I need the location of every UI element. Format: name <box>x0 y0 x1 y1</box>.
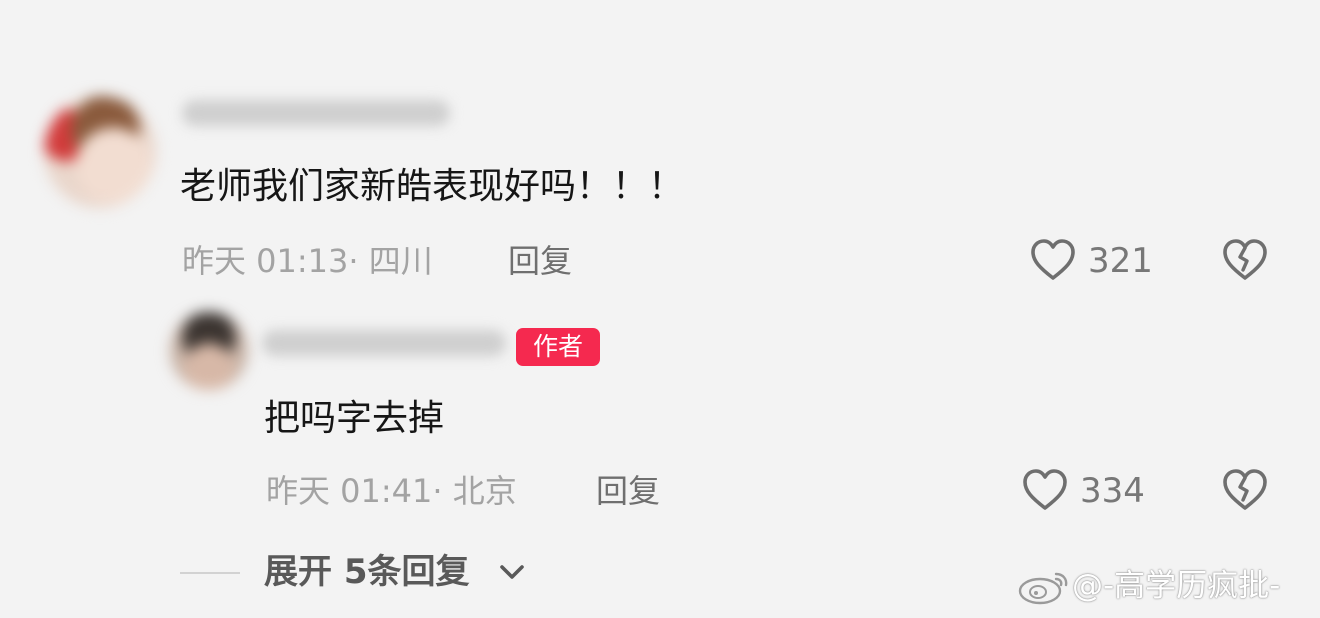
comment-reply-button[interactable]: 回复 <box>508 241 572 281</box>
comment-text: 老师我们家新皓表现好吗！！！ <box>180 166 685 207</box>
reply-author-avatar[interactable] <box>170 312 248 390</box>
comment-like-count: 321 <box>1088 241 1153 281</box>
reply-reply-button[interactable]: 回复 <box>596 471 660 511</box>
commenter-avatar[interactable] <box>44 96 156 208</box>
weibo-logo-icon <box>1016 568 1072 606</box>
reply-like-count: 334 <box>1080 471 1145 511</box>
watermark-text: @-高学历疯批- <box>1072 568 1281 604</box>
heart-outline-icon[interactable] <box>1022 468 1068 512</box>
reply-text: 把吗字去掉 <box>264 398 445 439</box>
commenter-username-blurred[interactable] <box>182 100 450 126</box>
expand-divider-line <box>180 572 240 574</box>
comment-meta-time-location: 昨天 01:13· 四川 <box>182 242 433 280</box>
reply-meta-time-location: 昨天 01:41· 北京 <box>266 472 517 510</box>
heart-outline-icon[interactable] <box>1030 238 1076 282</box>
author-badge: 作者 <box>516 328 600 366</box>
expand-replies-button[interactable]: 展开 5条回复 <box>264 551 470 593</box>
broken-heart-icon[interactable] <box>1222 238 1268 282</box>
reply-author-username-blurred[interactable] <box>262 330 506 356</box>
chevron-down-icon[interactable] <box>498 560 526 584</box>
broken-heart-icon[interactable] <box>1222 468 1268 512</box>
